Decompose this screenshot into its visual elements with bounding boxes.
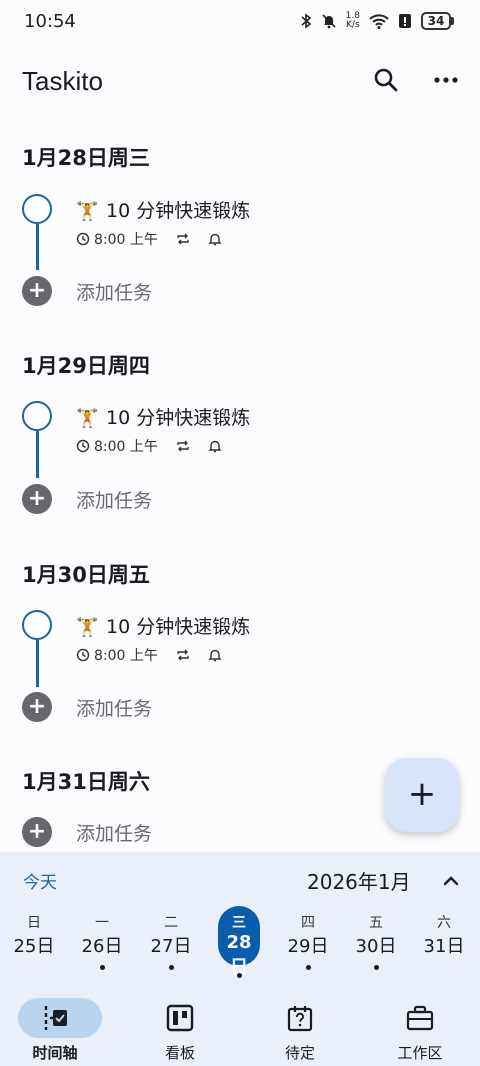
pending-icon (287, 1006, 313, 1032)
task-complete-checkbox[interactable] (22, 401, 52, 431)
task-complete-checkbox[interactable] (22, 610, 52, 640)
has-task-dot (168, 965, 174, 970)
clock-icon (76, 232, 90, 246)
wifi-icon (369, 14, 389, 29)
status-icons: 1.8 K/s 34 (300, 12, 454, 30)
weightlifting-icon: 🏋 (76, 617, 99, 638)
add-task-plus-icon[interactable]: + (22, 276, 52, 306)
bell-icon (208, 440, 222, 453)
calendar-day[interactable]: 六 31日 (420, 912, 468, 958)
repeat-icon (177, 649, 189, 661)
task-title[interactable]: 🏋 10 分钟快速锻炼 (76, 612, 250, 639)
alert-icon (399, 14, 411, 28)
app-title: Taskito (22, 66, 103, 96)
clock-icon (76, 439, 90, 453)
calendar-day[interactable]: 五 30日 (352, 912, 400, 970)
add-task-plus-icon[interactable]: + (22, 817, 52, 847)
status-time: 10:54 (24, 11, 76, 32)
task-time: 8:00 上午 (94, 648, 158, 664)
task-time: 8:00 上午 (94, 232, 158, 248)
bluetooth-icon (301, 13, 311, 29)
has-task-dot (305, 965, 311, 970)
nav-pending[interactable]: 待定 (245, 992, 355, 1066)
add-task-plus-icon[interactable]: + (22, 484, 52, 514)
add-task-fab[interactable]: + (385, 758, 459, 832)
nav-timeline[interactable]: 时间轴 (0, 992, 110, 1066)
clock-icon (76, 648, 90, 662)
add-task-plus-icon[interactable]: + (22, 692, 52, 722)
repeat-icon (177, 233, 189, 245)
task-title[interactable]: 🏋 10 分钟快速锻炼 (76, 196, 250, 223)
app-bar: Taskito (0, 56, 480, 106)
calendar-day[interactable]: 二 27日 (147, 912, 195, 970)
chevron-up-icon[interactable] (440, 870, 462, 892)
timeline-connector (36, 431, 39, 478)
month-label[interactable]: 2026年1月 (307, 866, 411, 895)
add-task-button[interactable]: 添加任务 (76, 486, 152, 513)
net-speed: 1.8 K/s (345, 11, 360, 30)
day-title: 1月30日周五 (22, 563, 150, 587)
weightlifting-icon: 🏋 (76, 201, 99, 222)
board-icon (166, 1004, 194, 1032)
add-task-button[interactable]: 添加任务 (76, 819, 152, 846)
has-task-dot (99, 965, 105, 970)
bottom-navigation: 时间轴 看板 待定 工作区 (0, 992, 480, 1066)
timeline-connector (36, 224, 39, 270)
week-calendar-panel: 今天 2026年1月 日 25日 一 26日 二 27日 三 28日 四 29日… (0, 852, 480, 992)
task-meta: 8:00 上午 (76, 645, 222, 665)
day-title: 1月31日周六 (22, 770, 150, 794)
task-meta: 8:00 上午 (76, 436, 222, 456)
nav-workspace[interactable]: 工作区 (365, 992, 475, 1066)
has-task-dot (237, 973, 242, 978)
task-meta: 8:00 上午 (76, 229, 222, 249)
day-title: 1月29日周四 (22, 354, 150, 378)
bell-icon (208, 649, 222, 662)
timeline-connector (36, 640, 39, 687)
task-time: 8:00 上午 (94, 439, 158, 455)
has-task-dot (373, 965, 379, 970)
day-title: 1月28日周三 (22, 146, 150, 170)
more-horizontal-icon[interactable] (432, 66, 460, 94)
task-title[interactable]: 🏋 10 分钟快速锻炼 (76, 403, 250, 430)
repeat-icon (177, 440, 189, 452)
status-bar: 10:54 1.8 K/s 34 (0, 0, 480, 44)
search-icon[interactable] (372, 66, 400, 94)
battery-indicator: 34 (421, 12, 454, 30)
add-task-button[interactable]: 添加任务 (76, 278, 152, 305)
calendar-day[interactable]: 一 26日 (78, 912, 126, 970)
nav-board[interactable]: 看板 (125, 992, 235, 1066)
bell-icon (208, 233, 222, 246)
calendar-day-selected[interactable]: 三 28日 (218, 906, 260, 978)
today-button[interactable]: 今天 (23, 868, 57, 893)
task-complete-checkbox[interactable] (22, 194, 52, 224)
briefcase-icon (406, 1005, 434, 1031)
add-task-button[interactable]: 添加任务 (76, 694, 152, 721)
calendar-day[interactable]: 四 29日 (284, 912, 332, 970)
mute-bell-icon (322, 14, 336, 29)
timeline-icon (44, 1006, 67, 1030)
calendar-day[interactable]: 日 25日 (10, 912, 58, 958)
weightlifting-icon: 🏋 (76, 408, 99, 429)
